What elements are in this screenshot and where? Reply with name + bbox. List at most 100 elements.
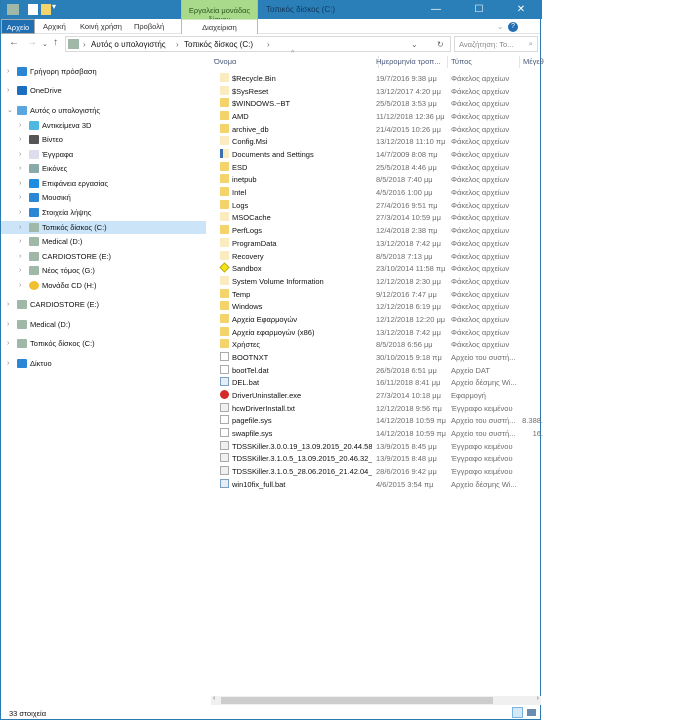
sidebar-item[interactable]: › CARDIOSTORE (E:) — [1, 298, 206, 311]
column-header-name[interactable]: Όνομα — [211, 56, 379, 68]
file-row[interactable]: Sandbox 23/10/2014 11:58 πμ Φάκελος αρχείω… — [211, 262, 541, 276]
chevron-right-icon[interactable]: › — [19, 177, 21, 190]
sidebar-item[interactable]: › Medical (D:) — [1, 318, 206, 331]
file-row[interactable]: DEL.bat 16/11/2018 8:41 μμ Αρχείο δέσμης W… — [211, 377, 541, 390]
file-row[interactable]: $SysReset 13/12/2017 4:20 μμ Φάκελος αρχεί… — [211, 85, 541, 99]
minimize-button[interactable]: — — [421, 0, 451, 19]
file-row[interactable]: bootTel.dat 26/5/2018 6:51 μμ Αρχείο DAT — [211, 364, 541, 378]
sidebar-item[interactable]: › Τοπικός δίσκος (C:) — [1, 221, 206, 234]
address-bar[interactable]: › Αυτός ο υπολογιστής › Τοπικός δίσκος (… — [65, 36, 451, 52]
file-row[interactable]: BOOTNXT 30/10/2015 9:18 πμ Αρχείο του συστ… — [211, 351, 541, 365]
chevron-right-icon[interactable]: › — [19, 206, 21, 219]
tab-manage[interactable]: Διαχείριση — [182, 19, 257, 34]
scroll-left-icon[interactable]: ‹ — [213, 695, 215, 702]
scrollbar-thumb[interactable] — [221, 697, 493, 704]
details-view-icon[interactable] — [512, 707, 523, 718]
chevron-right-icon[interactable]: › — [19, 133, 21, 146]
tab-view[interactable]: Προβολή — [134, 19, 164, 34]
file-row[interactable]: ProgramData 13/12/2018 7:42 μμ Φάκελος αρχ… — [211, 237, 541, 251]
refresh-icon[interactable]: ↻ — [437, 40, 444, 49]
help-icon[interactable]: ? — [508, 22, 518, 32]
close-button[interactable]: ✕ — [506, 0, 536, 19]
sidebar-item[interactable]: › Μονάδα CD (H:) — [1, 279, 206, 292]
sidebar-item[interactable]: ⌄ Αυτός ο υπολογιστής — [1, 104, 206, 117]
file-row[interactable]: MSOCache 27/3/2014 10:59 μμ Φάκελος αρχείω… — [211, 212, 541, 225]
tab-file[interactable]: Αρχείο — [1, 19, 35, 34]
file-row[interactable]: Temp 9/12/2016 7:47 μμ Φάκελος αρχείων — [211, 288, 541, 302]
tab-home[interactable]: Αρχική — [43, 19, 66, 34]
sidebar-item[interactable]: › CARDIOSTORE (E:) — [1, 250, 206, 263]
sidebar-item[interactable]: › Επιφάνεια εργασίας — [1, 177, 206, 190]
file-row[interactable]: TDSSKiller.3.1.0.5_28.06.2016_21.42.04_l… — [211, 466, 541, 479]
chevron-right-icon[interactable]: › — [19, 119, 21, 132]
expand-ribbon-icon[interactable]: ⌄ — [497, 19, 503, 34]
sidebar-item[interactable]: › Βίντεο — [1, 133, 206, 146]
sidebar-item[interactable]: › Μουσική — [1, 191, 206, 204]
file-row[interactable]: Documents and Settings 14/7/2009 8:08 πμ Φ… — [211, 149, 541, 162]
maximize-button[interactable]: ☐ — [464, 0, 494, 19]
sidebar-item[interactable]: › Στοιχεία λήψης — [1, 206, 206, 219]
chevron-right-icon[interactable]: › — [19, 221, 21, 234]
chevron-right-icon[interactable]: › — [19, 162, 21, 175]
search-input[interactable]: Αναζήτηση: Το... ⌕ — [454, 36, 538, 52]
file-row[interactable]: inetpub 8/5/2018 7:40 μμ Φάκελος αρχείων — [211, 174, 541, 187]
file-row[interactable]: Logs 27/4/2016 9:51 πμ Φάκελος αρχείων — [211, 199, 541, 213]
file-row[interactable]: hcwDriverInstall.txt 12/12/2018 9:56 πμ Έγ… — [211, 402, 541, 416]
chevron-right-icon[interactable]: › — [19, 148, 21, 161]
sidebar-item[interactable]: › Medical (D:) — [1, 235, 206, 248]
chevron-right-icon[interactable]: › — [7, 298, 9, 311]
file-row[interactable]: $Recycle.Bin 19/7/2016 9:38 μμ Φάκελος αρχ… — [211, 73, 541, 86]
customize-quick-access-icon[interactable]: ▾ — [52, 2, 62, 13]
file-row[interactable]: Windows 12/12/2018 6:19 μμ Φάκελος αρχείων — [211, 301, 541, 314]
file-row[interactable]: Config.Msi 13/12/2018 11:10 πμ Φάκελος αρχ… — [211, 136, 541, 149]
chevron-right-icon[interactable]: › — [7, 357, 9, 370]
chevron-right-icon[interactable]: › — [7, 65, 9, 78]
sidebar-item[interactable]: › Νέος τόμος (G:) — [1, 264, 206, 277]
tab-drive-tools[interactable]: Εργαλεία μονάδας δίσκου Διαχείριση — [181, 0, 258, 34]
up-button[interactable]: ↑ — [53, 37, 58, 48]
sidebar-item[interactable]: › Τοπικός δίσκος (C:) — [1, 337, 206, 350]
file-row[interactable]: System Volume Information 12/12/2018 2:30… — [211, 275, 541, 289]
horizontal-scrollbar[interactable]: ‹ › — [211, 695, 541, 705]
chevron-right-icon[interactable]: › — [19, 235, 21, 248]
chevron-right-icon[interactable]: › — [19, 279, 21, 292]
column-header-size[interactable]: Μέγεθ — [520, 56, 550, 68]
address-dropdown-icon[interactable]: ⌄ — [411, 40, 418, 49]
file-row[interactable]: TDSSKiller.3.0.0.19_13.09.2015_20.44.58_… — [211, 440, 541, 454]
file-row[interactable]: $WINDOWS.~BT 25/5/2018 3:53 μμ Φάκελος αρχ… — [211, 98, 541, 111]
file-row[interactable]: Αρχεία Εφαρμογών 12/12/2018 12:20 μμ Φάκελ… — [211, 313, 541, 327]
breadcrumb-this-pc[interactable]: Αυτός ο υπολογιστής — [91, 40, 166, 49]
properties-icon[interactable] — [28, 4, 38, 15]
column-header-type[interactable]: Τύπος — [448, 56, 520, 68]
file-row[interactable]: win10fix_full.bat 4/6/2015 3:54 πμ Αρχείο … — [211, 478, 541, 492]
sidebar-item[interactable]: › Εικόνες — [1, 162, 206, 175]
file-row[interactable]: archive_db 21/4/2015 10:26 μμ Φάκελος αρχε… — [211, 123, 541, 137]
back-button[interactable]: ← — [9, 37, 19, 48]
file-row[interactable]: swapfile.sys 14/12/2018 10:59 πμ Αρχείο το… — [211, 428, 543, 441]
chevron-down-icon[interactable]: ⌄ — [7, 104, 13, 117]
forward-button[interactable]: → — [27, 37, 37, 48]
file-row[interactable]: Intel 4/5/2016 1:00 μμ Φάκελος αρχείων — [211, 187, 541, 200]
new-folder-icon[interactable] — [41, 4, 51, 15]
chevron-right-icon[interactable]: › — [19, 191, 21, 204]
file-row[interactable]: TDSSKiller.3.1.0.5_13.09.2015_20.46.32_l… — [211, 453, 541, 466]
sidebar-item[interactable]: › Γρήγορη πρόσβαση — [1, 65, 206, 78]
scroll-right-icon[interactable]: › — [537, 695, 539, 702]
sidebar-item[interactable]: › OneDrive — [1, 84, 206, 97]
chevron-right-icon[interactable]: › — [7, 84, 9, 97]
file-row[interactable]: AMD 11/12/2018 12:36 μμ Φάκελος αρχείων — [211, 111, 541, 124]
file-row[interactable]: ESD 25/5/2018 4:46 μμ Φάκελος αρχείων — [211, 161, 541, 175]
tab-share[interactable]: Κοινή χρήση — [80, 19, 122, 34]
breadcrumb-local-disk[interactable]: Τοπικός δίσκος (C:) — [184, 40, 253, 49]
chevron-right-icon[interactable]: › — [19, 250, 21, 263]
large-icons-view-icon[interactable] — [527, 709, 536, 716]
file-row[interactable]: PerfLogs 12/4/2018 2:38 πμ Φάκελος αρχείων — [211, 225, 541, 238]
chevron-right-icon[interactable]: › — [7, 337, 9, 350]
file-row[interactable]: Recovery 8/5/2018 7:13 μμ Φάκελος αρχείων — [211, 250, 541, 264]
recent-locations-button[interactable]: ⌄ — [42, 40, 48, 48]
sidebar-item[interactable]: › Αντικείμενα 3D — [1, 119, 206, 132]
file-row[interactable]: DriverUninstaller.exe 27/3/2014 10:18 μμ Ε… — [211, 390, 541, 403]
file-row[interactable]: Χρήστες 8/5/2018 6:56 μμ Φάκελος αρχείων — [211, 339, 541, 352]
chevron-right-icon[interactable]: › — [7, 318, 9, 331]
sidebar-item[interactable]: › Έγγραφα — [1, 148, 206, 161]
